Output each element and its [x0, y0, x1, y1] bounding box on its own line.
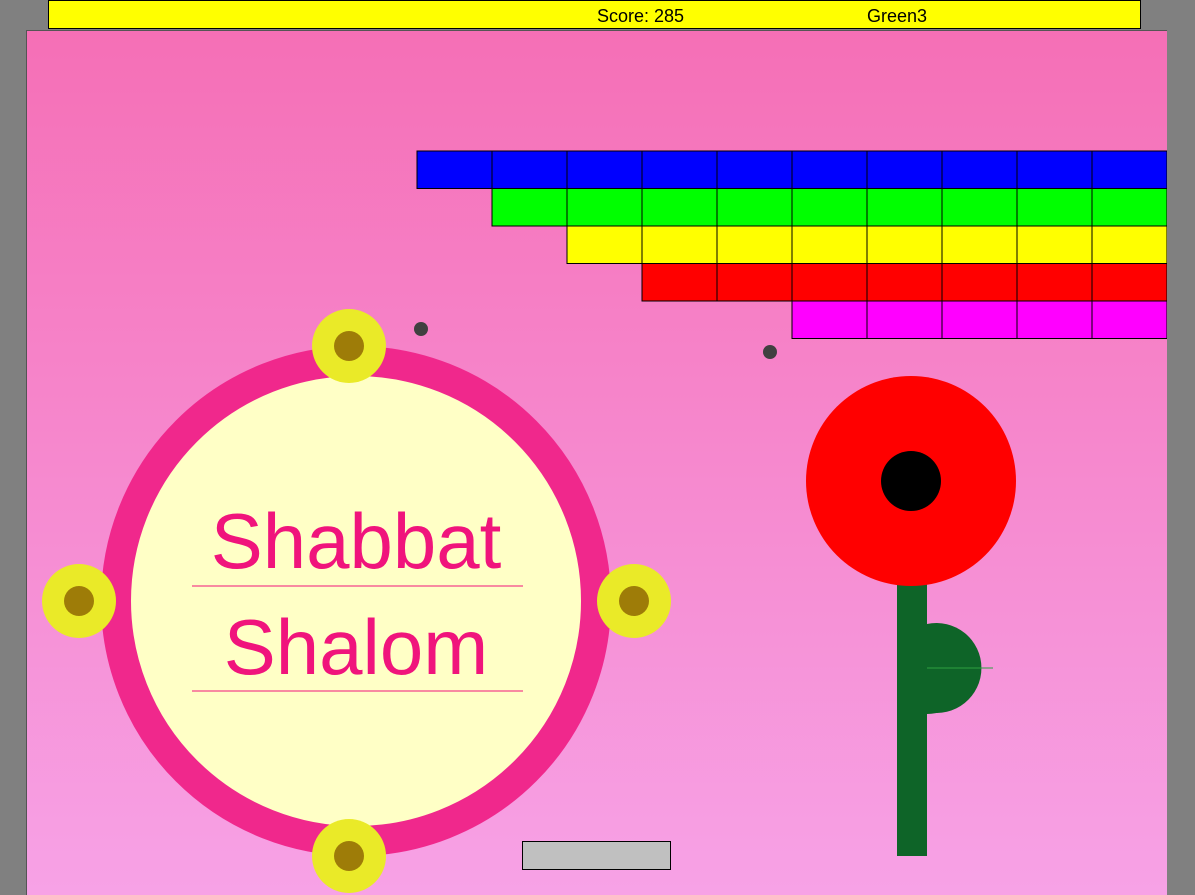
- paddle[interactable]: [522, 841, 671, 870]
- brick: [791, 300, 868, 339]
- brick: [716, 150, 793, 189]
- brick: [866, 263, 943, 302]
- brick: [1091, 225, 1167, 264]
- brick: [641, 150, 718, 189]
- brick: [566, 150, 643, 189]
- brick: [1091, 150, 1167, 189]
- level-name: Green3: [867, 6, 928, 26]
- brick: [866, 300, 943, 339]
- candle-icon: [312, 309, 386, 383]
- brick: [866, 150, 943, 189]
- brick: [491, 150, 568, 189]
- brick: [941, 150, 1018, 189]
- brick: [791, 225, 868, 264]
- brick: [1016, 150, 1093, 189]
- brick: [566, 188, 643, 227]
- brick: [491, 188, 568, 227]
- brick: [641, 188, 718, 227]
- brick: [716, 225, 793, 264]
- sign-line1: Shabbat: [211, 497, 502, 585]
- brick: [941, 188, 1018, 227]
- candle-icon: [312, 819, 386, 893]
- brick: [641, 225, 718, 264]
- brick: [716, 263, 793, 302]
- game-window: Score: 285 Green3 Shabbat Shalom: [0, 0, 1195, 895]
- ball-icon: [763, 345, 777, 359]
- brick: [791, 188, 868, 227]
- brick: [416, 150, 493, 189]
- brick: [1091, 300, 1167, 339]
- brick: [1016, 225, 1093, 264]
- brick: [1091, 263, 1167, 302]
- brick: [791, 263, 868, 302]
- ball-icon: [414, 322, 428, 336]
- brick: [1016, 300, 1093, 339]
- candle-icon: [42, 564, 116, 638]
- brick-wall: [416, 150, 1167, 339]
- flower-stem: [897, 581, 927, 856]
- score-bar: Score: 285 Green3: [48, 0, 1141, 29]
- playfield[interactable]: Shabbat Shalom: [26, 30, 1167, 895]
- brick: [1016, 263, 1093, 302]
- brick: [566, 225, 643, 264]
- brick: [1016, 188, 1093, 227]
- sign-line2: Shalom: [224, 603, 488, 691]
- brick: [866, 188, 943, 227]
- brick: [941, 263, 1018, 302]
- brick: [716, 188, 793, 227]
- brick: [1091, 188, 1167, 227]
- candle-icon: [597, 564, 671, 638]
- sign-ring: [101, 346, 611, 856]
- brick: [641, 263, 718, 302]
- shabbat-sign: Shabbat Shalom: [42, 309, 671, 893]
- flower-icon: [806, 376, 1016, 856]
- flower-center: [881, 451, 941, 511]
- brick: [941, 300, 1018, 339]
- brick: [866, 225, 943, 264]
- scene-canvas: Shabbat Shalom: [42, 150, 1167, 893]
- brick: [941, 225, 1018, 264]
- score-label: Score: 285: [597, 6, 685, 26]
- brick: [791, 150, 868, 189]
